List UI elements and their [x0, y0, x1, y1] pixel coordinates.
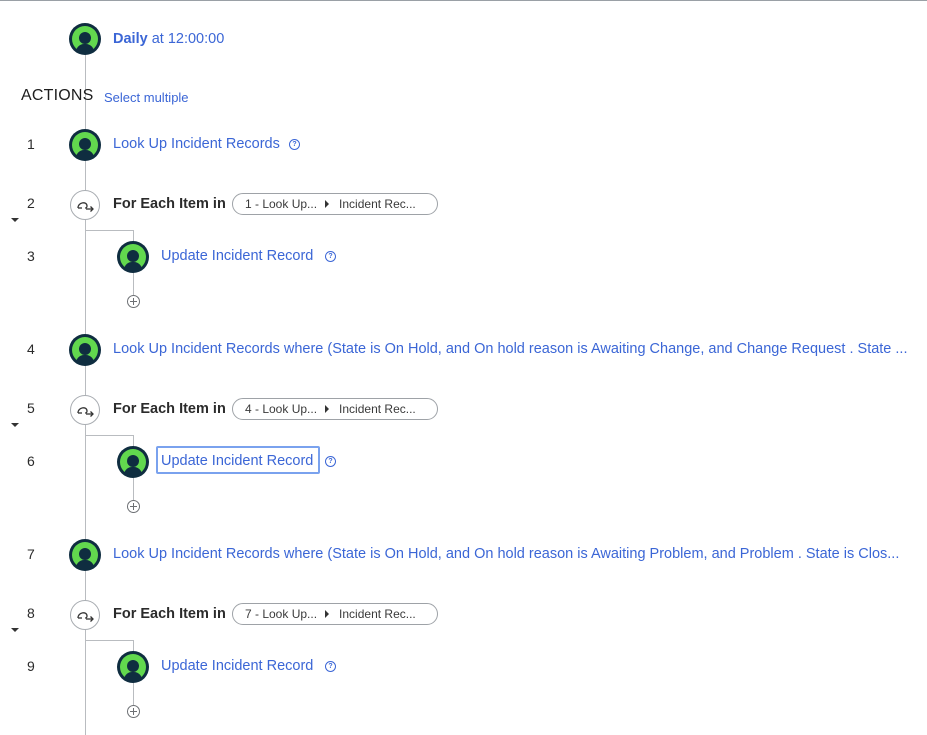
- for-each-label[interactable]: For Each Item in: [113, 196, 226, 212]
- action-label: Look Up Incident Records: [113, 546, 280, 562]
- pill-arrow-icon: [325, 610, 330, 618]
- pill-source: 7 - Look Up...: [245, 607, 318, 621]
- trigger-summary[interactable]: Daily at 12:00:00: [113, 31, 224, 47]
- pill-arrow-icon: [325, 200, 330, 208]
- action-record-icon: [69, 129, 101, 161]
- add-step-icon[interactable]: [127, 705, 140, 718]
- step-9-action[interactable]: Update Incident Record: [161, 658, 313, 674]
- step-number: 6: [27, 453, 35, 469]
- select-multiple-link[interactable]: Select multiple: [104, 90, 189, 105]
- help-icon[interactable]: ?: [289, 139, 300, 150]
- add-step-icon[interactable]: [127, 500, 140, 513]
- step-number: 5: [27, 400, 35, 416]
- help-icon[interactable]: ?: [325, 251, 336, 262]
- trigger-icon[interactable]: [69, 23, 101, 55]
- action-condition: where (State is On Hold, and On hold rea…: [283, 546, 900, 562]
- action-record-icon: [69, 539, 101, 571]
- pill-source: 4 - Look Up...: [245, 402, 318, 416]
- data-pill[interactable]: 4 - Look Up... Incident Rec...: [232, 398, 438, 420]
- data-pill[interactable]: 1 - Look Up... Incident Rec...: [232, 193, 438, 215]
- pill-target: Incident Rec...: [339, 607, 416, 621]
- step-3-action[interactable]: Update Incident Record: [161, 248, 313, 264]
- step-number: 4: [27, 341, 35, 357]
- actions-heading: ACTIONS: [21, 87, 94, 104]
- step-number: 8: [27, 605, 35, 621]
- action-record-icon: [69, 334, 101, 366]
- step-number: 1: [27, 136, 35, 152]
- step-number: 7: [27, 546, 35, 562]
- add-step-icon[interactable]: [127, 295, 140, 308]
- action-label: Look Up Incident Records: [113, 341, 280, 357]
- step-number: 2: [27, 195, 35, 211]
- for-each-label[interactable]: For Each Item in: [113, 606, 226, 622]
- nested-connector: [86, 435, 133, 436]
- step-number: 9: [27, 658, 35, 674]
- collapse-caret-icon[interactable]: [11, 218, 19, 222]
- loop-icon: [70, 600, 100, 630]
- help-icon[interactable]: ?: [325, 661, 336, 672]
- pill-target: Incident Rec...: [339, 197, 416, 211]
- data-pill[interactable]: 7 - Look Up... Incident Rec...: [232, 603, 438, 625]
- collapse-caret-icon[interactable]: [11, 628, 19, 632]
- for-each-label[interactable]: For Each Item in: [113, 401, 226, 417]
- trigger-frequency: Daily: [113, 31, 148, 47]
- nested-connector: [86, 640, 133, 641]
- step-7-action[interactable]: Look Up Incident Records where (State is…: [113, 546, 913, 562]
- help-icon[interactable]: ?: [325, 456, 336, 467]
- pill-arrow-icon: [325, 405, 330, 413]
- pill-target: Incident Rec...: [339, 402, 416, 416]
- collapse-caret-icon[interactable]: [11, 423, 19, 427]
- action-condition: where (State is On Hold, and On hold rea…: [283, 341, 908, 357]
- trigger-time: at 12:00:00: [151, 31, 225, 47]
- pill-source: 1 - Look Up...: [245, 197, 318, 211]
- step-4-action[interactable]: Look Up Incident Records where (State is…: [113, 341, 913, 357]
- action-record-icon: [117, 241, 149, 273]
- step-1-action[interactable]: Look Up Incident Records: [113, 136, 280, 152]
- step-6-action[interactable]: Update Incident Record: [161, 453, 313, 469]
- action-record-icon: [117, 651, 149, 683]
- top-divider: [0, 0, 927, 1]
- nested-connector: [86, 230, 133, 231]
- loop-icon: [70, 190, 100, 220]
- loop-icon: [70, 395, 100, 425]
- action-record-icon: [117, 446, 149, 478]
- step-number: 3: [27, 248, 35, 264]
